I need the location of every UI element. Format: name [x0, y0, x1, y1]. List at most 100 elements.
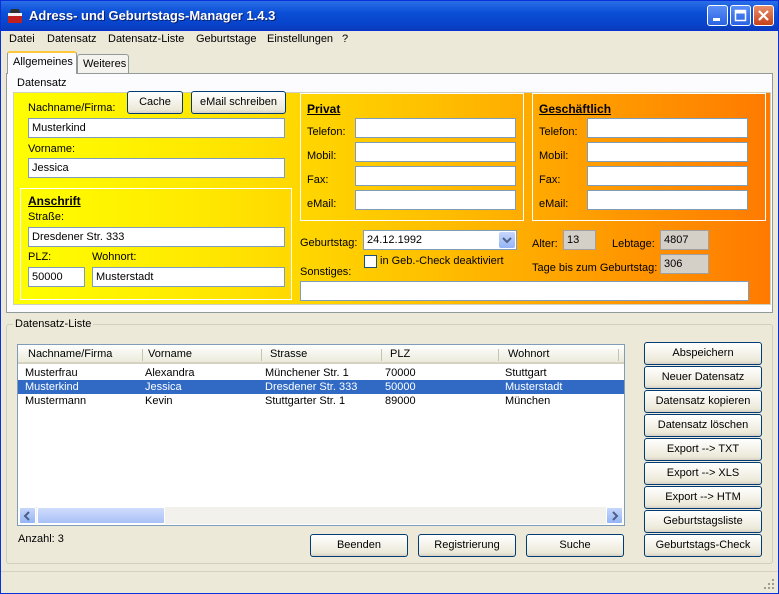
- alter-label: Alter:: [532, 238, 558, 250]
- column-header[interactable]: Wohnort: [508, 348, 549, 360]
- privat-telefon-field[interactable]: [355, 118, 516, 138]
- tab-weiteres[interactable]: Weiteres: [77, 54, 129, 74]
- table-row[interactable]: Mustermann Kevin Stuttgarter Str. 1 8900…: [18, 394, 624, 408]
- geschaeftlich-telefon-field[interactable]: [587, 118, 748, 138]
- cell-wohnort: München: [505, 395, 551, 407]
- privat-group: Privat Telefon: Mobil: Fax: eMail:: [300, 93, 524, 221]
- geschaeftlich-telefon-label: Telefon:: [539, 126, 578, 138]
- privat-email-field[interactable]: [355, 190, 516, 210]
- strasse-field[interactable]: Dresdener Str. 333: [28, 227, 285, 247]
- close-icon: [758, 10, 769, 21]
- title-bar[interactable]: Adress- und Geburtstags-Manager 1.4.3: [1, 1, 778, 31]
- app-window: Adress- und Geburtstags-Manager 1.4.3 Da…: [0, 0, 779, 594]
- privat-fax-field[interactable]: [355, 166, 516, 186]
- alter-value: 13: [563, 230, 596, 250]
- geschaeftlich-email-field[interactable]: [587, 190, 748, 210]
- menu-datensatz[interactable]: Datensatz: [47, 33, 97, 45]
- geburtstagsliste-button[interactable]: Geburtstagsliste: [644, 510, 762, 533]
- datensatz-kopieren-button[interactable]: Datensatz kopieren: [644, 390, 762, 413]
- datensatz-area: Nachname/Firma: Cache eMail schreiben Mu…: [13, 91, 771, 305]
- datensatz-list[interactable]: Nachname/Firma Vorname Strasse PLZ Wohno…: [17, 344, 625, 526]
- maximize-button[interactable]: [730, 5, 751, 26]
- vorname-field[interactable]: Jessica: [28, 158, 285, 178]
- resize-grip-icon[interactable]: [763, 578, 775, 590]
- status-bar: [1, 571, 778, 593]
- cell-wohnort: Musterstadt: [505, 381, 563, 393]
- privat-mobil-field[interactable]: [355, 142, 516, 162]
- cell-plz: 89000: [385, 395, 416, 407]
- cell-plz: 70000: [385, 367, 416, 379]
- privat-fax-label: Fax:: [307, 174, 329, 186]
- anschrift-title: Anschrift: [28, 194, 81, 208]
- menu-help[interactable]: ?: [342, 33, 348, 45]
- lebtage-value: 4807: [660, 230, 709, 250]
- anschrift-group: Anschrift Straße: Dresdener Str. 333 PLZ…: [20, 188, 292, 300]
- suche-button[interactable]: Suche: [526, 534, 624, 557]
- cell-vorname: Alexandra: [145, 367, 195, 379]
- lebtage-label: Lebtage:: [612, 238, 655, 250]
- cell-vorname: Kevin: [145, 395, 173, 407]
- horizontal-scrollbar[interactable]: [19, 507, 623, 524]
- export-txt-button[interactable]: Export --> TXT: [644, 438, 762, 461]
- maximize-icon: [734, 9, 747, 22]
- registrierung-button[interactable]: Registrierung: [418, 534, 516, 557]
- geburtstag-picker[interactable]: 24.12.1992: [363, 230, 517, 250]
- abspeichern-button[interactable]: Abspeichern: [644, 342, 762, 365]
- email-schreiben-button[interactable]: eMail schreiben: [191, 91, 286, 114]
- datensatz-group-label: Datensatz: [15, 77, 69, 89]
- cell-strasse: Münchener Str. 1: [265, 367, 349, 379]
- datensatz-liste-label: Datensatz-Liste: [13, 318, 94, 330]
- export-htm-button[interactable]: Export --> HTM: [644, 486, 762, 509]
- name-label: Nachname/Firma:: [28, 102, 116, 114]
- neuer-datensatz-button[interactable]: Neuer Datensatz: [644, 366, 762, 389]
- export-xls-button[interactable]: Export --> XLS: [644, 462, 762, 485]
- dropdown-button[interactable]: [499, 232, 515, 248]
- column-header[interactable]: Nachname/Firma: [28, 348, 112, 360]
- geschaeftlich-fax-field[interactable]: [587, 166, 748, 186]
- cell-strasse: Dresdener Str. 333: [265, 381, 358, 393]
- table-row[interactable]: Musterfrau Alexandra Münchener Str. 1 70…: [18, 366, 624, 380]
- datensatz-loeschen-button[interactable]: Datensatz löschen: [644, 414, 762, 437]
- geschaeftlich-email-label: eMail:: [539, 198, 569, 210]
- name-field[interactable]: Musterkind: [28, 118, 285, 138]
- record-count: Anzahl: 3: [18, 533, 64, 545]
- chevron-left-icon: [23, 511, 30, 521]
- list-header: Nachname/Firma Vorname Strasse PLZ Wohno…: [18, 345, 624, 364]
- table-row-selected[interactable]: Musterkind Jessica Dresdener Str. 333 50…: [18, 380, 624, 394]
- sonstiges-field[interactable]: [300, 281, 749, 301]
- plz-label: PLZ:: [28, 251, 52, 263]
- menu-einstellungen[interactable]: Einstellungen: [267, 33, 333, 45]
- tab-panel-allgemeines: Datensatz Nachname/Firma: Cache eMail sc…: [6, 73, 773, 313]
- cell-name: Mustermann: [25, 395, 87, 407]
- cell-vorname: Jessica: [145, 381, 182, 393]
- chevron-right-icon: [612, 511, 619, 521]
- menu-datei[interactable]: Datei: [9, 33, 35, 45]
- chevron-down-icon: [502, 237, 512, 244]
- menu-bar: Datei Datensatz Datensatz-Liste Geburtst…: [1, 31, 778, 49]
- geschaeftlich-mobil-field[interactable]: [587, 142, 748, 162]
- geb-check-label: in Geb.-Check deaktiviert: [380, 255, 504, 267]
- scroll-left-button[interactable]: [19, 507, 36, 524]
- column-header[interactable]: PLZ: [390, 348, 410, 360]
- tab-allgemeines[interactable]: Allgemeines: [7, 51, 77, 74]
- wohnort-field[interactable]: Musterstadt: [92, 267, 285, 287]
- menu-datensatz-liste[interactable]: Datensatz-Liste: [108, 33, 184, 45]
- beenden-button[interactable]: Beenden: [310, 534, 408, 557]
- scroll-thumb[interactable]: [37, 507, 165, 524]
- column-header[interactable]: Strasse: [270, 348, 307, 360]
- geschaeftlich-fax-label: Fax:: [539, 174, 561, 186]
- column-header[interactable]: Vorname: [148, 348, 192, 360]
- minimize-button[interactable]: [707, 5, 728, 26]
- privat-title: Privat: [307, 102, 341, 116]
- close-button[interactable]: [753, 5, 774, 26]
- menu-geburtstage[interactable]: Geburtstage: [196, 33, 257, 45]
- app-icon: [8, 9, 22, 23]
- scroll-right-button[interactable]: [606, 507, 623, 524]
- geb-check-checkbox[interactable]: [364, 255, 377, 268]
- vorname-label: Vorname:: [28, 143, 76, 155]
- wohnort-label: Wohnort:: [92, 251, 137, 263]
- geburtstags-check-button[interactable]: Geburtstags-Check: [644, 534, 762, 557]
- plz-field[interactable]: 50000: [28, 267, 85, 287]
- cache-button[interactable]: Cache: [127, 91, 183, 114]
- geschaeftlich-group: Geschäftlich Telefon: Mobil: Fax: eMail:: [532, 93, 766, 221]
